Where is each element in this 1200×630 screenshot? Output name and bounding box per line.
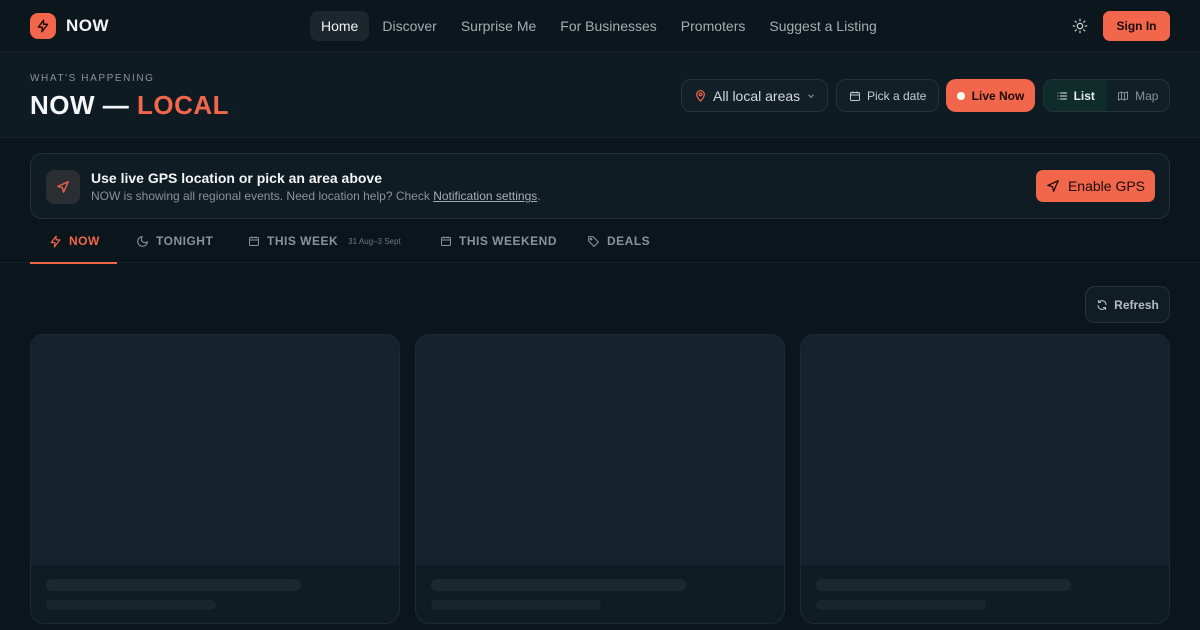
gps-subtitle-text: NOW is showing all regional events. Need… [91, 189, 434, 203]
sign-in-button[interactable]: Sign In [1103, 11, 1170, 41]
sun-icon[interactable] [1070, 16, 1090, 36]
tag-icon [587, 235, 600, 248]
view-list-button[interactable]: List [1044, 80, 1107, 111]
skeleton-line [816, 600, 986, 610]
view-map-label: Map [1135, 88, 1159, 103]
gps-subtitle-suffix: . [537, 189, 541, 203]
refresh-button[interactable]: Refresh [1085, 286, 1170, 323]
map-pin-icon [694, 89, 707, 102]
tab-this-week[interactable]: THIS WEEK 31 Aug–3 Sept [248, 219, 401, 263]
event-card-skeleton [415, 334, 785, 624]
tab-this-week-label: THIS WEEK [267, 234, 339, 248]
page-title: NOW — LOCAL [30, 90, 229, 121]
area-select-value: All local areas [713, 87, 801, 104]
event-card-skeleton [800, 334, 1170, 624]
tab-deals[interactable]: DEALS [587, 219, 650, 263]
page-title-main: NOW — [30, 90, 137, 120]
calendar-icon [248, 235, 260, 247]
skeleton-media [31, 335, 399, 565]
skeleton-media [801, 335, 1169, 565]
list-icon [1056, 90, 1068, 102]
refresh-icon [1096, 299, 1108, 311]
map-icon [1117, 90, 1129, 102]
nav-promoters[interactable]: Promoters [670, 11, 757, 41]
tab-deals-label: DEALS [607, 234, 651, 248]
view-toggle: List Map [1043, 79, 1170, 112]
tab-this-weekend-label: THIS WEEKEND [459, 234, 558, 248]
top-nav: NOW Home Discover Surprise Me For Busine… [0, 0, 1200, 53]
tab-now[interactable]: NOW [30, 219, 117, 264]
nav-home[interactable]: Home [310, 11, 370, 41]
enable-gps-button[interactable]: Enable GPS [1036, 170, 1155, 202]
main-nav: Home Discover Surprise Me For Businesses… [310, 11, 890, 41]
lightning-icon [30, 13, 56, 39]
calendar-icon [849, 90, 861, 102]
page-header: WHAT'S HAPPENING NOW — LOCAL All local a… [0, 54, 1200, 138]
pick-date-button[interactable]: Pick a date [836, 79, 939, 112]
area-select[interactable]: All local areas [681, 79, 828, 112]
notification-settings-link[interactable]: Notification settings [433, 189, 537, 203]
skeleton-media [416, 335, 784, 565]
gps-banner-subtitle: NOW is showing all regional events. Need… [91, 189, 541, 203]
skeleton-line [46, 600, 216, 610]
time-filter-tabs: NOW TONIGHT THIS WEEK 31 Aug–3 Sept THIS… [0, 219, 1200, 264]
lightning-icon [49, 234, 62, 248]
page-title-accent: LOCAL [137, 90, 230, 120]
eyebrow-label: WHAT'S HAPPENING [30, 73, 155, 84]
refresh-label: Refresh [1114, 297, 1159, 312]
tab-tonight-label: TONIGHT [156, 234, 214, 248]
event-card-skeleton [30, 334, 400, 624]
skeleton-line [431, 579, 686, 591]
navigation-arrow-icon [1046, 179, 1060, 193]
moon-icon [136, 235, 149, 248]
tab-now-label: NOW [69, 234, 100, 248]
pick-date-label: Pick a date [867, 88, 927, 103]
skeleton-line [46, 579, 301, 591]
chevron-down-icon [806, 91, 816, 101]
calendar-icon [440, 235, 452, 247]
enable-gps-label: Enable GPS [1067, 178, 1146, 194]
skeleton-line [431, 600, 601, 610]
tab-tonight[interactable]: TONIGHT [136, 219, 213, 263]
tab-this-week-range: 31 Aug–3 Sept [348, 236, 401, 246]
nav-surprise-me[interactable]: Surprise Me [450, 11, 547, 41]
view-map-button[interactable]: Map [1107, 80, 1170, 111]
nav-suggest-listing[interactable]: Suggest a Listing [758, 11, 887, 41]
brand-name: NOW [66, 16, 110, 35]
brand-logo[interactable]: NOW [30, 13, 109, 39]
skeleton-line [816, 579, 1071, 591]
tab-this-weekend[interactable]: THIS WEEKEND [440, 219, 557, 263]
navigation-arrow-icon [46, 170, 80, 204]
nav-for-businesses[interactable]: For Businesses [549, 11, 667, 41]
view-list-label: List [1073, 88, 1095, 103]
live-now-button[interactable]: Live Now [946, 79, 1035, 112]
gps-banner: Use live GPS location or pick an area ab… [30, 153, 1170, 219]
live-now-label: Live Now [971, 88, 1025, 103]
nav-discover[interactable]: Discover [371, 11, 447, 41]
live-dot-icon [956, 91, 965, 100]
gps-banner-title: Use live GPS location or pick an area ab… [91, 170, 383, 186]
